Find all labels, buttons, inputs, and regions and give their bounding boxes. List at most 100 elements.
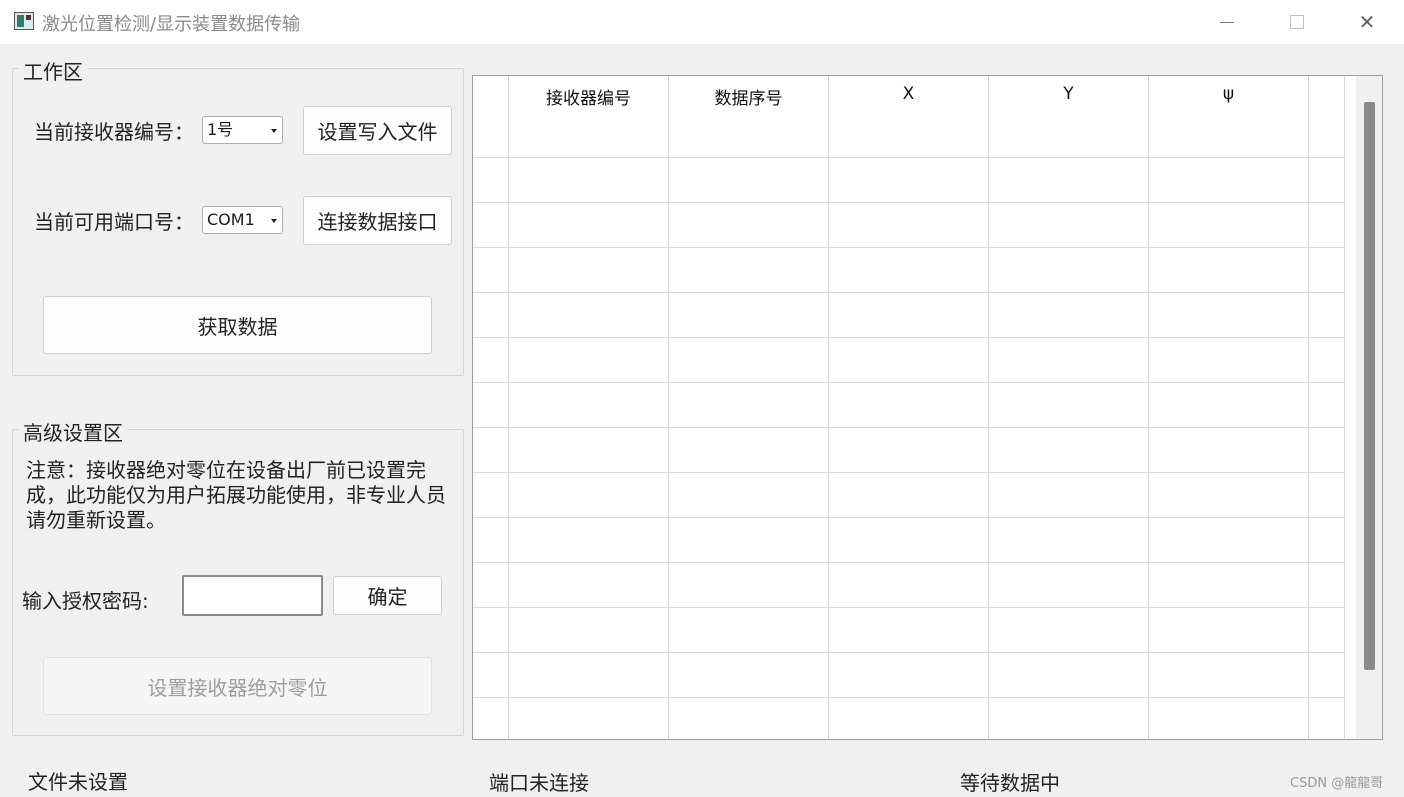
table-cell[interactable]: [669, 383, 829, 428]
table-cell[interactable]: [1309, 293, 1345, 338]
table-cell[interactable]: [829, 383, 989, 428]
table-cell[interactable]: [509, 383, 669, 428]
scrollbar-thumb[interactable]: [1364, 102, 1375, 670]
table-cell[interactable]: [669, 158, 829, 203]
table-cell[interactable]: [989, 473, 1149, 518]
row-header-cell[interactable]: [473, 293, 509, 338]
table-cell[interactable]: [989, 608, 1149, 653]
table-cell[interactable]: [669, 473, 829, 518]
table-cell[interactable]: [1149, 248, 1309, 293]
table-cell[interactable]: [669, 518, 829, 563]
table-cell[interactable]: [509, 608, 669, 653]
column-header-psi[interactable]: ψ: [1149, 76, 1309, 158]
table-cell[interactable]: [829, 338, 989, 383]
table-cell[interactable]: [829, 293, 989, 338]
column-header-x[interactable]: X: [829, 76, 989, 158]
table-cell[interactable]: [829, 698, 989, 739]
row-header-cell[interactable]: [473, 428, 509, 473]
table-cell[interactable]: [509, 293, 669, 338]
row-header-cell[interactable]: [473, 563, 509, 608]
table-cell[interactable]: [509, 653, 669, 698]
table-cell[interactable]: [509, 563, 669, 608]
table-cell[interactable]: [989, 158, 1149, 203]
table-cell[interactable]: [1149, 203, 1309, 248]
table-cell[interactable]: [509, 518, 669, 563]
table-cell[interactable]: [1149, 293, 1309, 338]
row-header-cell[interactable]: [473, 653, 509, 698]
table-cell[interactable]: [1149, 158, 1309, 203]
table-cell[interactable]: [1149, 698, 1309, 739]
table-cell[interactable]: [509, 158, 669, 203]
password-input[interactable]: [182, 575, 323, 616]
table-cell[interactable]: [1309, 428, 1345, 473]
table-cell[interactable]: [669, 248, 829, 293]
table-cell[interactable]: [989, 698, 1149, 739]
table-cell[interactable]: [989, 383, 1149, 428]
table-cell[interactable]: [1149, 563, 1309, 608]
table-cell[interactable]: [509, 248, 669, 293]
table-cell[interactable]: [989, 248, 1149, 293]
table-cell[interactable]: [829, 473, 989, 518]
table-cell[interactable]: [989, 293, 1149, 338]
table-cell[interactable]: [1309, 563, 1345, 608]
table-cell[interactable]: [829, 563, 989, 608]
table-cell[interactable]: [829, 518, 989, 563]
table-cell[interactable]: [509, 473, 669, 518]
row-header-cell[interactable]: [473, 248, 509, 293]
table-cell[interactable]: [989, 338, 1149, 383]
row-header-cell[interactable]: [473, 698, 509, 739]
table-cell[interactable]: [1149, 608, 1309, 653]
table-cell[interactable]: [989, 203, 1149, 248]
table-cell[interactable]: [989, 518, 1149, 563]
table-cell[interactable]: [1149, 473, 1309, 518]
table-cell[interactable]: [509, 338, 669, 383]
table-cell[interactable]: [1309, 473, 1345, 518]
table-cell[interactable]: [1309, 518, 1345, 563]
table-cell[interactable]: [1309, 338, 1345, 383]
table-cell[interactable]: [1309, 203, 1345, 248]
maximize-button[interactable]: [1262, 0, 1332, 44]
table-cell[interactable]: [509, 203, 669, 248]
row-header-cell[interactable]: [473, 383, 509, 428]
table-cell[interactable]: [989, 653, 1149, 698]
table-cell[interactable]: [669, 293, 829, 338]
corner-header[interactable]: [473, 76, 509, 158]
receiver-select[interactable]: 1号: [202, 116, 283, 144]
row-header-cell[interactable]: [473, 518, 509, 563]
set-zero-button[interactable]: 设置接收器绝对零位: [43, 657, 432, 715]
table-cell[interactable]: [669, 698, 829, 739]
table-cell[interactable]: [989, 428, 1149, 473]
close-button[interactable]: ✕: [1332, 0, 1402, 44]
table-cell[interactable]: [829, 158, 989, 203]
table-cell[interactable]: [1309, 383, 1345, 428]
table-cell[interactable]: [1149, 428, 1309, 473]
table-cell[interactable]: [669, 608, 829, 653]
minimize-button[interactable]: [1192, 0, 1262, 44]
table-cell[interactable]: [829, 248, 989, 293]
table-cell[interactable]: [829, 203, 989, 248]
table-cell[interactable]: [829, 608, 989, 653]
column-header-extra[interactable]: [1309, 76, 1345, 158]
table-cell[interactable]: [989, 563, 1149, 608]
port-select[interactable]: COM1: [202, 206, 283, 234]
column-header-receiver[interactable]: 接收器编号: [509, 76, 669, 158]
table-cell[interactable]: [1309, 698, 1345, 739]
row-header-cell[interactable]: [473, 158, 509, 203]
table-cell[interactable]: [669, 203, 829, 248]
table-cell[interactable]: [669, 338, 829, 383]
table-cell[interactable]: [509, 698, 669, 739]
row-header-cell[interactable]: [473, 608, 509, 653]
table-cell[interactable]: [1309, 158, 1345, 203]
table-cell[interactable]: [509, 428, 669, 473]
connect-port-button[interactable]: 连接数据接口: [303, 196, 452, 245]
table-cell[interactable]: [1149, 653, 1309, 698]
row-header-cell[interactable]: [473, 473, 509, 518]
table-cell[interactable]: [1149, 518, 1309, 563]
confirm-button[interactable]: 确定: [333, 576, 442, 615]
row-header-cell[interactable]: [473, 203, 509, 248]
table-cell[interactable]: [1309, 653, 1345, 698]
table-cell[interactable]: [669, 428, 829, 473]
table-cell[interactable]: [1309, 608, 1345, 653]
table-cell[interactable]: [669, 563, 829, 608]
table-cell[interactable]: [1149, 383, 1309, 428]
